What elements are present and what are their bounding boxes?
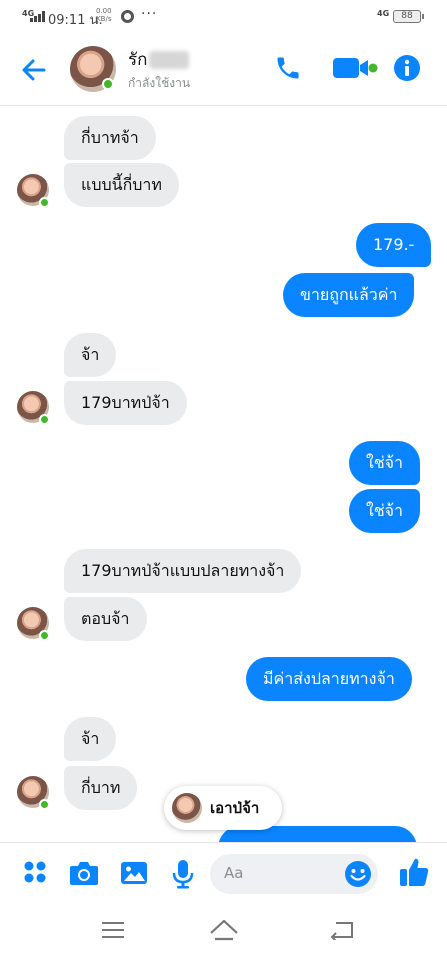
incoming-message[interactable]: กี่บาท <box>64 766 138 810</box>
message-input[interactable]: Aa <box>210 854 378 894</box>
signal-icon <box>30 10 45 22</box>
gallery-icon[interactable] <box>120 859 148 887</box>
menu-icon[interactable] <box>101 920 125 940</box>
incoming-message[interactable]: แบบนี้กี่บาท <box>64 163 179 207</box>
message-composer: Aa <box>0 842 447 904</box>
like-thumb-icon[interactable] <box>398 856 430 888</box>
typing-preview-text: เอาป่จ้า <box>210 799 260 817</box>
incoming-message[interactable]: 179บาทป่จ้า <box>64 381 187 425</box>
clock: 09:11 น. <box>48 13 103 28</box>
incoming-message[interactable]: จ้า <box>64 333 117 377</box>
contact-status: กำลังใช้งาน <box>128 76 191 90</box>
sender-avatar <box>172 793 202 823</box>
outgoing-message[interactable]: ขายถูกแล้วค่า <box>283 273 415 317</box>
online-indicator <box>102 78 114 90</box>
outgoing-message[interactable]: มีค่าส่งปลายทางจ้า <box>246 657 412 701</box>
speed-value: 0.00 <box>96 7 112 15</box>
outgoing-message[interactable]: 179.- <box>356 223 432 267</box>
info-icon[interactable] <box>393 54 421 82</box>
back-arrow-icon[interactable] <box>20 56 48 84</box>
home-icon[interactable] <box>208 917 240 943</box>
message-input-placeholder: Aa <box>224 864 244 882</box>
incoming-message[interactable]: 179บาทป่จ้าแบบปลายทางจ้า <box>64 549 302 593</box>
outgoing-message[interactable]: ใช่จ้า <box>349 441 421 485</box>
contact-name[interactable]: รัก <box>128 46 190 73</box>
incoming-message[interactable]: กี่บาทจ้า <box>64 116 156 160</box>
incoming-message[interactable]: จ้า <box>64 717 117 761</box>
system-navigation-bar <box>0 904 447 960</box>
name-redaction <box>149 51 190 69</box>
video-call-icon[interactable] <box>332 54 378 82</box>
online-indicator <box>39 630 50 641</box>
typing-preview[interactable]: เอาป่จ้า <box>164 786 282 830</box>
right-network-type: 4G <box>377 9 390 18</box>
incoming-message[interactable]: ตอบจ้า <box>64 597 147 641</box>
online-indicator <box>39 799 50 810</box>
online-indicator <box>39 414 50 425</box>
speed-unit: KB/s <box>96 15 112 23</box>
chrome-icon <box>121 10 134 23</box>
camera-icon[interactable] <box>69 859 99 887</box>
contact-name-text: รัก <box>128 50 148 70</box>
back-icon[interactable] <box>328 920 354 940</box>
outgoing-message[interactable]: ใช่จ้า <box>349 489 421 533</box>
conversation-header: รัก กำลังใช้งาน <box>0 34 447 106</box>
network-speed: 0.00 KB/s <box>96 7 112 23</box>
microphone-icon[interactable] <box>171 859 195 889</box>
phone-icon[interactable] <box>274 54 302 82</box>
battery-icon: 88 <box>393 10 424 23</box>
status-bar: 4G 09:11 น. 0.00 KB/s ··· 4G 88 <box>0 0 447 34</box>
apps-grid-icon[interactable] <box>22 859 48 885</box>
more-notifications: ··· <box>141 6 158 22</box>
online-indicator <box>39 197 50 208</box>
emoji-icon[interactable] <box>344 860 372 888</box>
